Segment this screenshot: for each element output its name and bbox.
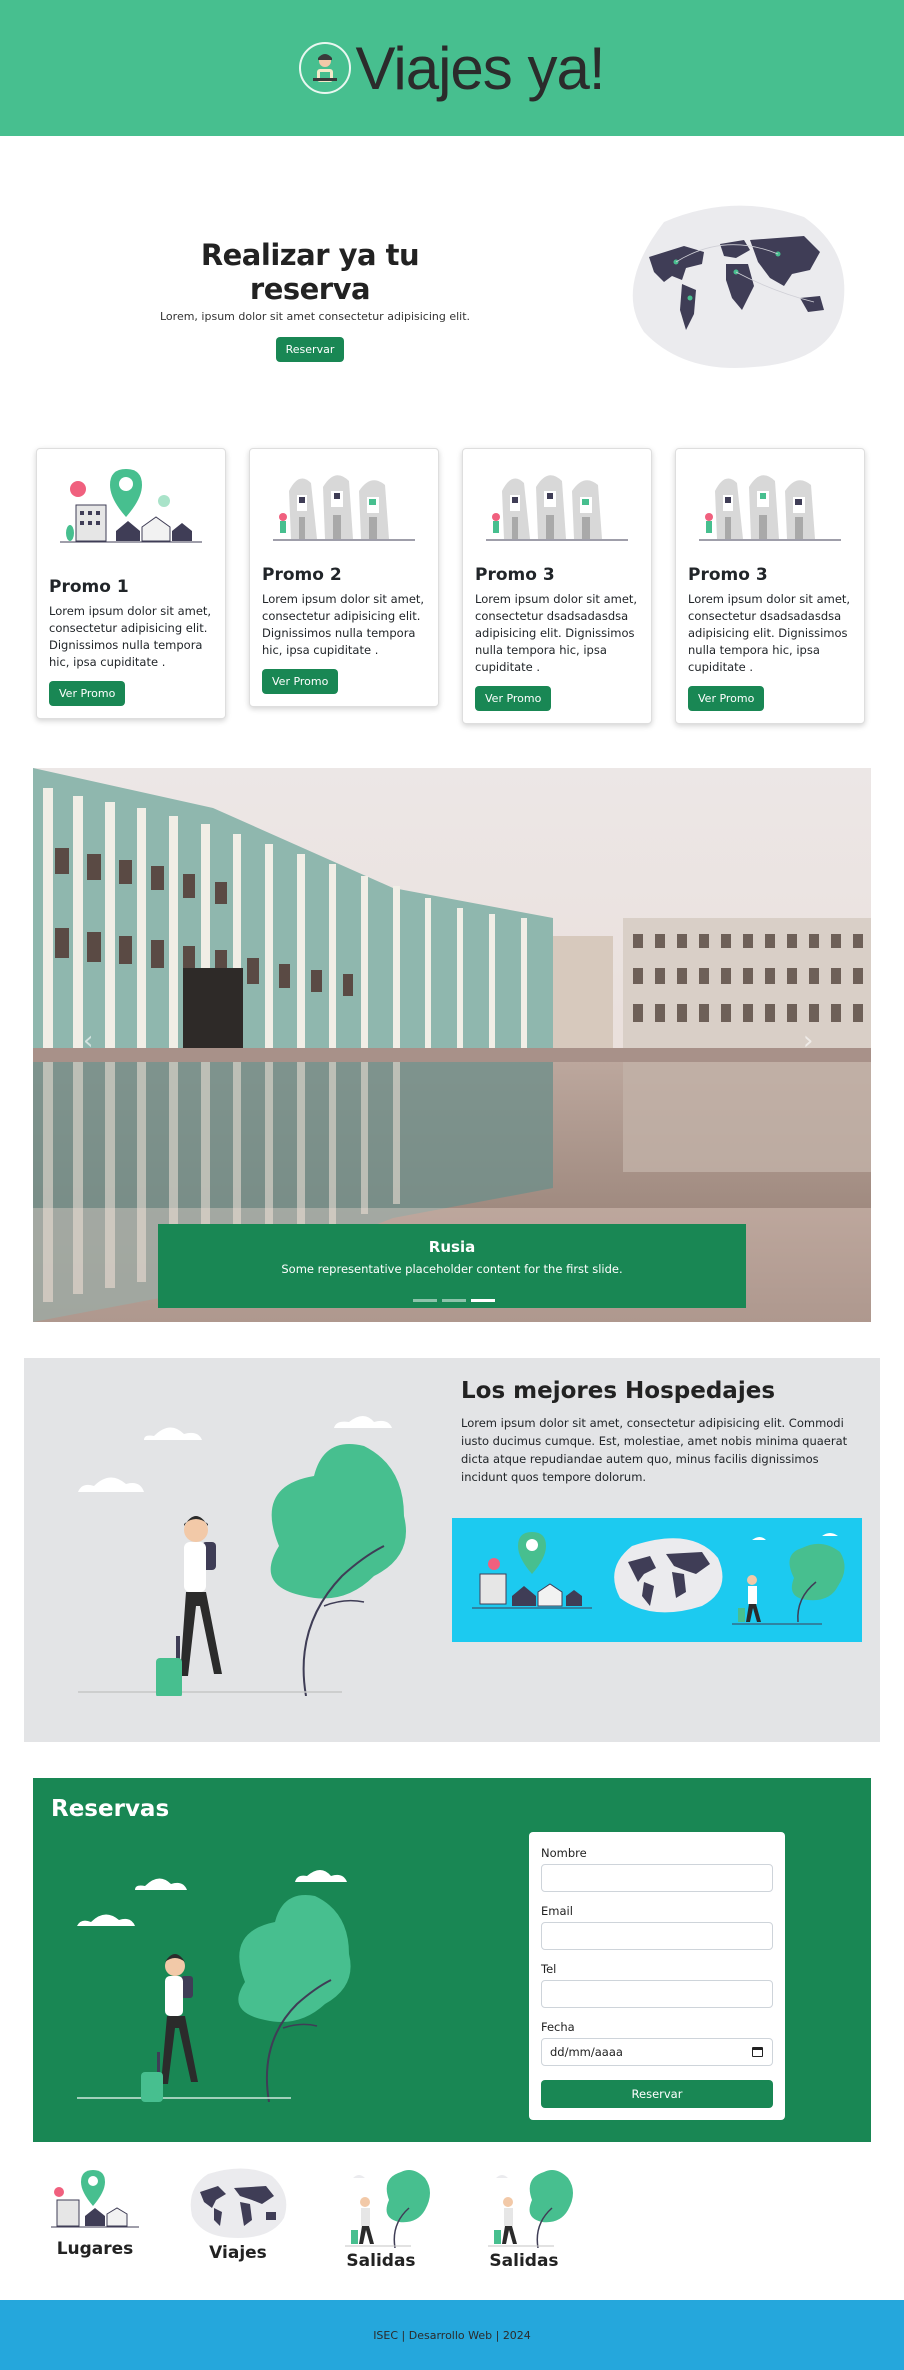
world-map-illustration (632, 205, 845, 368)
hospedajes-text: Lorem ipsum dolor sit amet, consectetur … (461, 1416, 848, 1484)
hospedajes-title: Los mejores Hospedajes (461, 1378, 776, 1404)
card-title: Promo 3 (475, 565, 555, 585)
promo-card: Promo 3 Lorem ipsum dolor sit amet, cons… (675, 448, 865, 724)
email-label: Email (541, 1904, 573, 1918)
chevron-right-icon[interactable]: › (803, 1026, 813, 1056)
reserve-button[interactable]: Reservar (275, 337, 345, 362)
footer-text: ISEC | Desarrollo Web | 2024 (373, 2328, 531, 2342)
email-field[interactable] (541, 1922, 773, 1950)
site-title: Viajes ya! (355, 34, 605, 102)
houses-illustration (486, 475, 628, 541)
nombre-label: Nombre (541, 1846, 587, 1860)
card-text: Lorem ipsum dolor sit amet, consectetur … (688, 592, 851, 674)
category-label: Lugares (56, 2239, 134, 2259)
caption-text: Some representative placeholder content … (281, 1262, 623, 1276)
destinations-banner-image (452, 1518, 862, 1642)
category-label: Viajes (209, 2243, 267, 2263)
card-title: Promo 3 (688, 565, 768, 585)
categories-row: Lugares Viajes Salidas Salidas (0, 2142, 904, 2300)
tel-label: Tel (541, 1962, 557, 1976)
ver-promo-button[interactable]: Ver Promo (262, 669, 339, 694)
promo-card: Promo 1 Lorem ipsum dolor sit amet, cons… (36, 448, 226, 719)
ver-promo-button[interactable]: Ver Promo (475, 686, 552, 711)
category-label: Salidas (346, 2251, 416, 2271)
card-text: Lorem ipsum dolor sit amet, consectetur … (475, 592, 638, 674)
carousel-indicator[interactable] (413, 1299, 437, 1302)
category-viajes[interactable]: Viajes (183, 2166, 293, 2263)
carousel-caption: Rusia Some representative placeholder co… (158, 1224, 746, 1308)
nombre-field[interactable] (541, 1864, 773, 1892)
category-label: Salidas (489, 2251, 559, 2271)
fecha-label: Fecha (541, 2020, 575, 2034)
carousel-indicators (413, 1299, 495, 1302)
reservation-form: Nombre Email Tel Fecha Reservar (529, 1832, 785, 2120)
hospedajes-section: Los mejores Hospedajes Lorem ipsum dolor… (24, 1358, 880, 1742)
brand[interactable]: Viajes ya! (299, 34, 606, 103)
category-lugares[interactable]: Lugares (40, 2166, 150, 2259)
ver-promo-button[interactable]: Ver Promo (688, 686, 765, 711)
location-pin-city-icon (60, 469, 202, 543)
card-text: Lorem ipsum dolor sit amet, consectetur … (262, 592, 425, 657)
fecha-field[interactable] (541, 2038, 773, 2066)
chevron-left-icon[interactable]: ‹ (83, 1026, 93, 1056)
carousel-indicator-active[interactable] (471, 1299, 495, 1302)
hero-section: Realizar ya tu reserva Lorem, ipsum dolo… (0, 136, 904, 448)
card-title: Promo 2 (262, 565, 342, 585)
category-salidas[interactable]: Salidas (326, 2166, 436, 2271)
tel-field[interactable] (541, 1980, 773, 2008)
traveler-tree-illustration (77, 1870, 351, 2102)
location-pin-city-icon (51, 2170, 139, 2228)
world-map-icon (190, 2168, 287, 2238)
caption-title: Rusia (428, 1238, 476, 1256)
fecha-field-wrapper (541, 2038, 773, 2066)
houses-illustration (273, 475, 415, 541)
hero-title: Realizar ya tu reserva (200, 238, 420, 306)
carousel-indicator[interactable] (442, 1299, 466, 1302)
houses-illustration (699, 475, 841, 541)
promo-card: Promo 3 Lorem ipsum dolor sit amet, cons… (462, 448, 652, 724)
ver-promo-button[interactable]: Ver Promo (49, 681, 126, 706)
reservar-submit-button[interactable]: Reservar (541, 2080, 773, 2108)
reservas-section: Reservas Nombre Email Tel Fecha Reservar (33, 1778, 871, 2142)
traveler-avatar-icon (299, 42, 352, 94)
traveler-tree-icon (488, 2170, 573, 2249)
card-text: Lorem ipsum dolor sit amet, consectetur … (49, 604, 212, 669)
promo-card: Promo 2 Lorem ipsum dolor sit amet, cons… (249, 448, 439, 707)
card-title: Promo 1 (49, 577, 129, 597)
category-salidas[interactable]: Salidas (469, 2166, 579, 2271)
site-header: Viajes ya! (0, 0, 904, 136)
hero-text: Realizar ya tu reserva Lorem, ipsum dolo… (160, 238, 471, 362)
traveler-tree-icon (345, 2170, 430, 2249)
image-carousel[interactable]: ‹ › Rusia Some representative placeholde… (33, 768, 871, 1322)
reservas-title: Reservas (51, 1796, 170, 1822)
traveler-tree-illustration (78, 1416, 406, 1696)
calendar-icon[interactable] (752, 2047, 763, 2057)
promo-cards: Promo 1 Lorem ipsum dolor sit amet, cons… (0, 448, 904, 768)
hero-subtitle: Lorem, ipsum dolor sit amet consectetur … (160, 310, 471, 323)
site-footer: ISEC | Desarrollo Web | 2024 (0, 2300, 904, 2370)
